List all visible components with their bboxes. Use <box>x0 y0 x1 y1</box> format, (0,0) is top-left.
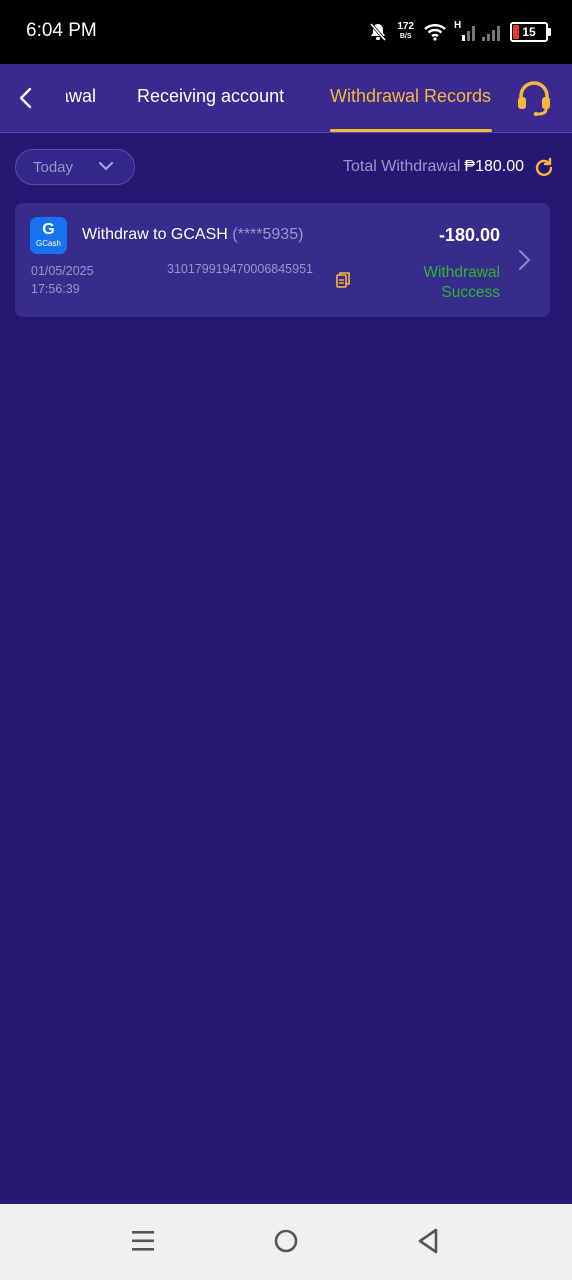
tab-receiving-account[interactable]: Receiving account <box>137 86 284 107</box>
gcash-logo-text: GCash <box>36 239 61 248</box>
gcash-logo-letter: G <box>42 221 55 238</box>
record-status-line1: Withdrawal <box>423 264 500 281</box>
chevron-right-icon <box>519 250 530 270</box>
withdrawal-record-card[interactable]: G GCash Withdraw to GCASH (****5935) -18… <box>15 203 550 317</box>
total-withdrawal: Total Withdrawal ₱180.00 <box>343 158 524 176</box>
status-bar: 6:04 PM 172 B/S H 15 <box>0 0 572 64</box>
back-button[interactable] <box>12 84 40 112</box>
home-circle-icon <box>274 1229 298 1253</box>
refresh-button[interactable] <box>533 157 555 179</box>
home-button[interactable] <box>271 1226 301 1256</box>
net-speed: 172 B/S <box>397 22 414 42</box>
date-filter-dropdown[interactable]: Today <box>15 149 135 185</box>
tab-withdrawal-records[interactable]: Withdrawal Records <box>330 86 491 107</box>
record-method: Withdraw to GCASH <box>82 226 228 243</box>
record-time: 17:56:39 <box>31 282 80 296</box>
triangle-back-icon <box>418 1228 438 1254</box>
status-time: 6:04 PM <box>26 20 97 41</box>
system-back-button[interactable] <box>414 1226 444 1256</box>
status-icons: 172 B/S H 15 <box>369 16 551 48</box>
net-speed-value: 172 <box>397 21 414 32</box>
total-withdrawal-label: Total Withdrawal <box>343 158 461 175</box>
gcash-logo-icon: G GCash <box>30 217 67 254</box>
chevron-down-icon <box>99 162 113 171</box>
record-status: Withdrawal Success <box>423 263 500 303</box>
menu-icon <box>132 1231 154 1251</box>
tab-withdrawal[interactable]: Withdrawal <box>66 86 96 107</box>
customer-support-button[interactable] <box>514 80 554 117</box>
record-amount: -180.00 <box>438 225 500 245</box>
signal-indicator: H <box>454 20 500 42</box>
header-tab-bar: Withdrawal Receiving account Withdrawal … <box>0 64 572 133</box>
record-title: Withdraw to GCASH (****5935) <box>82 226 303 244</box>
recent-apps-button[interactable] <box>128 1226 158 1256</box>
signal-bars-2-icon <box>482 26 500 41</box>
record-order-number: 310179919470006845951 <box>167 262 313 276</box>
chevron-left-icon <box>19 87 32 109</box>
record-status-line2: Success <box>441 284 500 301</box>
record-detail-chevron[interactable] <box>516 249 532 271</box>
total-withdrawal-value: ₱180.00 <box>464 158 524 175</box>
battery-icon: 15 <box>510 22 551 42</box>
headset-icon <box>518 81 550 117</box>
date-filter-value: Today <box>33 158 74 176</box>
record-date: 01/05/2025 <box>31 264 94 278</box>
record-datetime: 01/05/2025 17:56:39 <box>31 262 94 298</box>
network-type: H <box>454 20 462 31</box>
refresh-icon <box>535 157 553 177</box>
net-speed-unit: B/S <box>399 33 412 40</box>
active-tab-indicator <box>330 129 492 132</box>
battery-level: 15 <box>522 25 536 39</box>
system-nav-bar <box>0 1204 572 1280</box>
record-masked-account: (****5935) <box>232 226 304 243</box>
copy-order-button[interactable] <box>336 272 350 288</box>
mute-notification-icon <box>370 23 387 41</box>
wifi-icon <box>424 24 446 41</box>
copy-icon <box>336 272 350 288</box>
